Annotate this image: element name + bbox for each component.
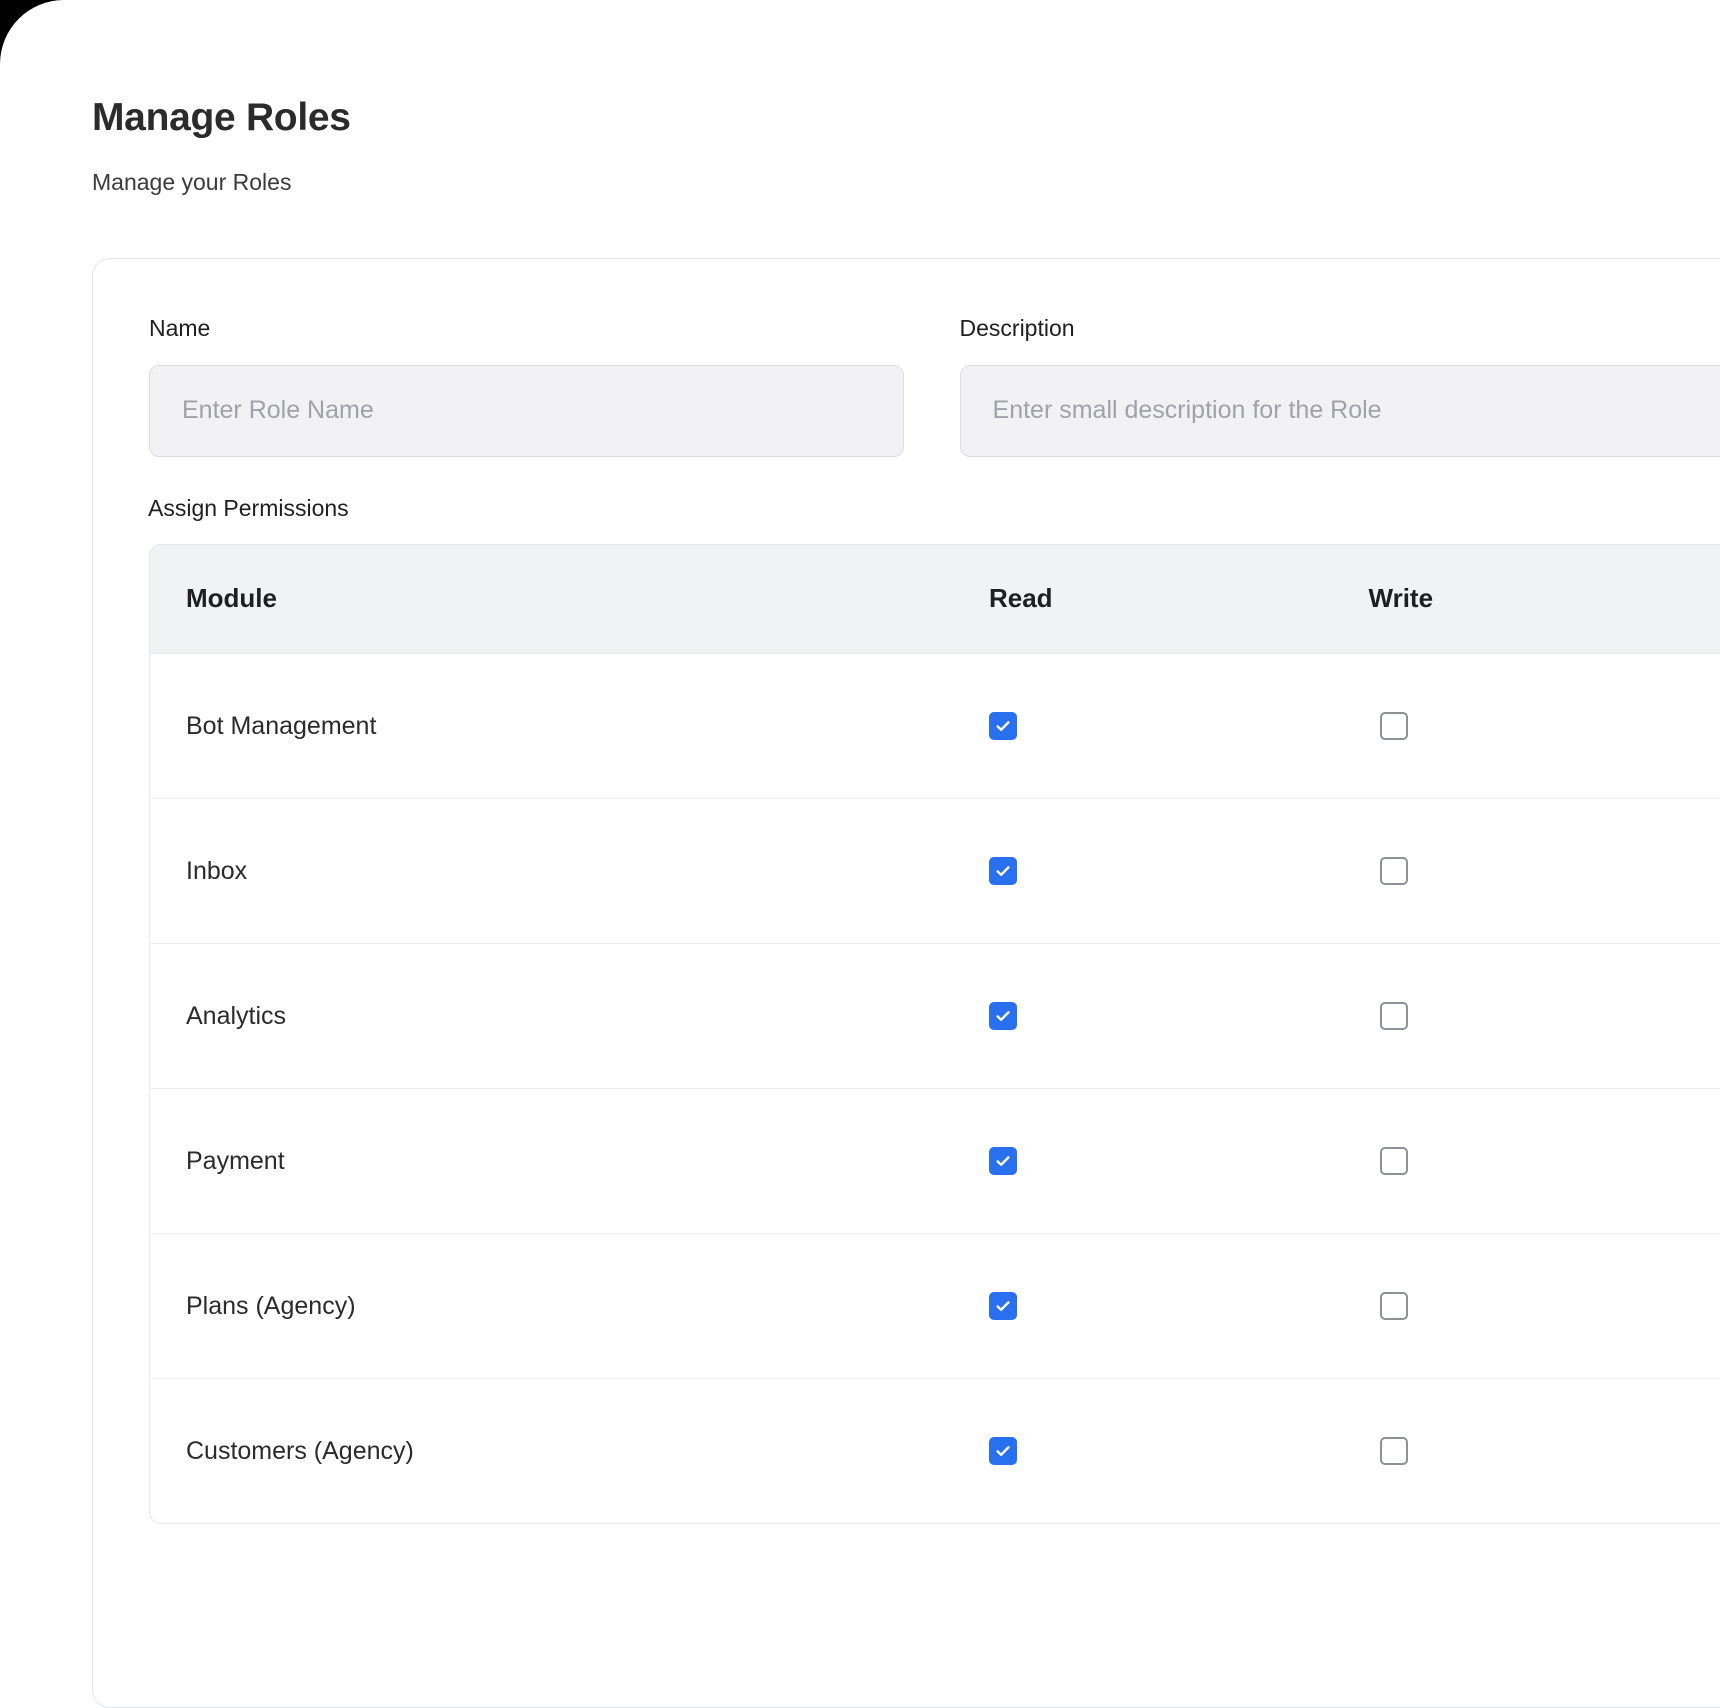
- checkbox-unchecked-icon[interactable]: [1379, 1147, 1408, 1175]
- table-row: Payment: [150, 1089, 1720, 1234]
- checkbox-unchecked-icon[interactable]: [1379, 1002, 1408, 1030]
- read-permission-checkbox[interactable]: [967, 712, 1358, 740]
- role-description-label: Description: [959, 315, 1075, 341]
- manage-roles-card: Name Description Module Read Write Bot M…: [92, 258, 1720, 1708]
- checkbox-checked-icon[interactable]: [988, 712, 1017, 740]
- permissions-rows: Bot Management Inbox Analytics Payment Plans…: [150, 654, 1720, 1523]
- role-form-row: Name Description: [149, 315, 1720, 457]
- table-row: Analytics: [150, 944, 1720, 1089]
- module-name-cell: Bot Management: [186, 712, 377, 740]
- write-permission-checkbox[interactable]: [1358, 712, 1720, 740]
- checkbox-checked-icon[interactable]: [988, 1147, 1017, 1175]
- table-row: Bot Management: [150, 654, 1720, 799]
- write-permission-checkbox[interactable]: [1358, 1437, 1720, 1465]
- table-row: Plans (Agency): [150, 1234, 1720, 1379]
- checkbox-checked-icon[interactable]: [988, 1292, 1017, 1320]
- page-subtitle: Manage your Roles: [92, 168, 292, 195]
- table-row: Inbox: [150, 799, 1720, 944]
- write-permission-checkbox[interactable]: [1358, 1292, 1720, 1320]
- module-name-cell: Payment: [186, 1147, 285, 1175]
- app-surface: Manage Roles Manage your Roles Name Desc…: [0, 0, 1720, 1708]
- read-permission-checkbox[interactable]: [967, 1002, 1358, 1030]
- read-permission-checkbox[interactable]: [967, 1292, 1358, 1320]
- write-permission-checkbox[interactable]: [1358, 1002, 1720, 1030]
- module-name-cell: Customers (Agency): [186, 1437, 414, 1465]
- checkbox-unchecked-icon[interactable]: [1379, 1437, 1408, 1465]
- column-header-write: Write: [1368, 583, 1434, 614]
- role-name-label: Name: [149, 315, 211, 341]
- checkbox-unchecked-icon[interactable]: [1379, 1292, 1408, 1320]
- column-header-read: Read: [988, 583, 1053, 614]
- assign-permissions-table: Module Read Write Bot Management Inbox Ana…: [149, 544, 1720, 1524]
- write-permission-checkbox[interactable]: [1358, 1147, 1720, 1175]
- column-header-module: Module: [186, 583, 277, 614]
- role-description-input[interactable]: [959, 364, 1720, 457]
- page-header: Manage Roles Manage your Roles: [92, 96, 351, 196]
- read-permission-checkbox[interactable]: [967, 857, 1358, 885]
- checkbox-checked-icon[interactable]: [988, 1002, 1017, 1030]
- read-permission-checkbox[interactable]: [967, 1147, 1358, 1175]
- role-name-input[interactable]: [149, 364, 904, 457]
- role-description-field-group: Description: [959, 315, 1720, 457]
- checkbox-checked-icon[interactable]: [988, 857, 1017, 885]
- read-permission-checkbox[interactable]: [967, 1437, 1358, 1465]
- module-name-cell: Plans (Agency): [186, 1292, 356, 1320]
- module-name-cell: Inbox: [186, 857, 248, 885]
- assign-permissions-label: Assign Permissions: [148, 495, 349, 521]
- table-row: Customers (Agency): [150, 1379, 1720, 1523]
- role-name-field-group: Name: [149, 315, 904, 457]
- write-permission-checkbox[interactable]: [1358, 857, 1720, 885]
- page-title: Manage Roles: [92, 96, 351, 139]
- checkbox-checked-icon[interactable]: [988, 1437, 1017, 1465]
- checkbox-unchecked-icon[interactable]: [1379, 857, 1408, 885]
- permissions-table-header: Module Read Write: [150, 545, 1720, 654]
- checkbox-unchecked-icon[interactable]: [1379, 712, 1408, 740]
- module-name-cell: Analytics: [186, 1002, 287, 1030]
